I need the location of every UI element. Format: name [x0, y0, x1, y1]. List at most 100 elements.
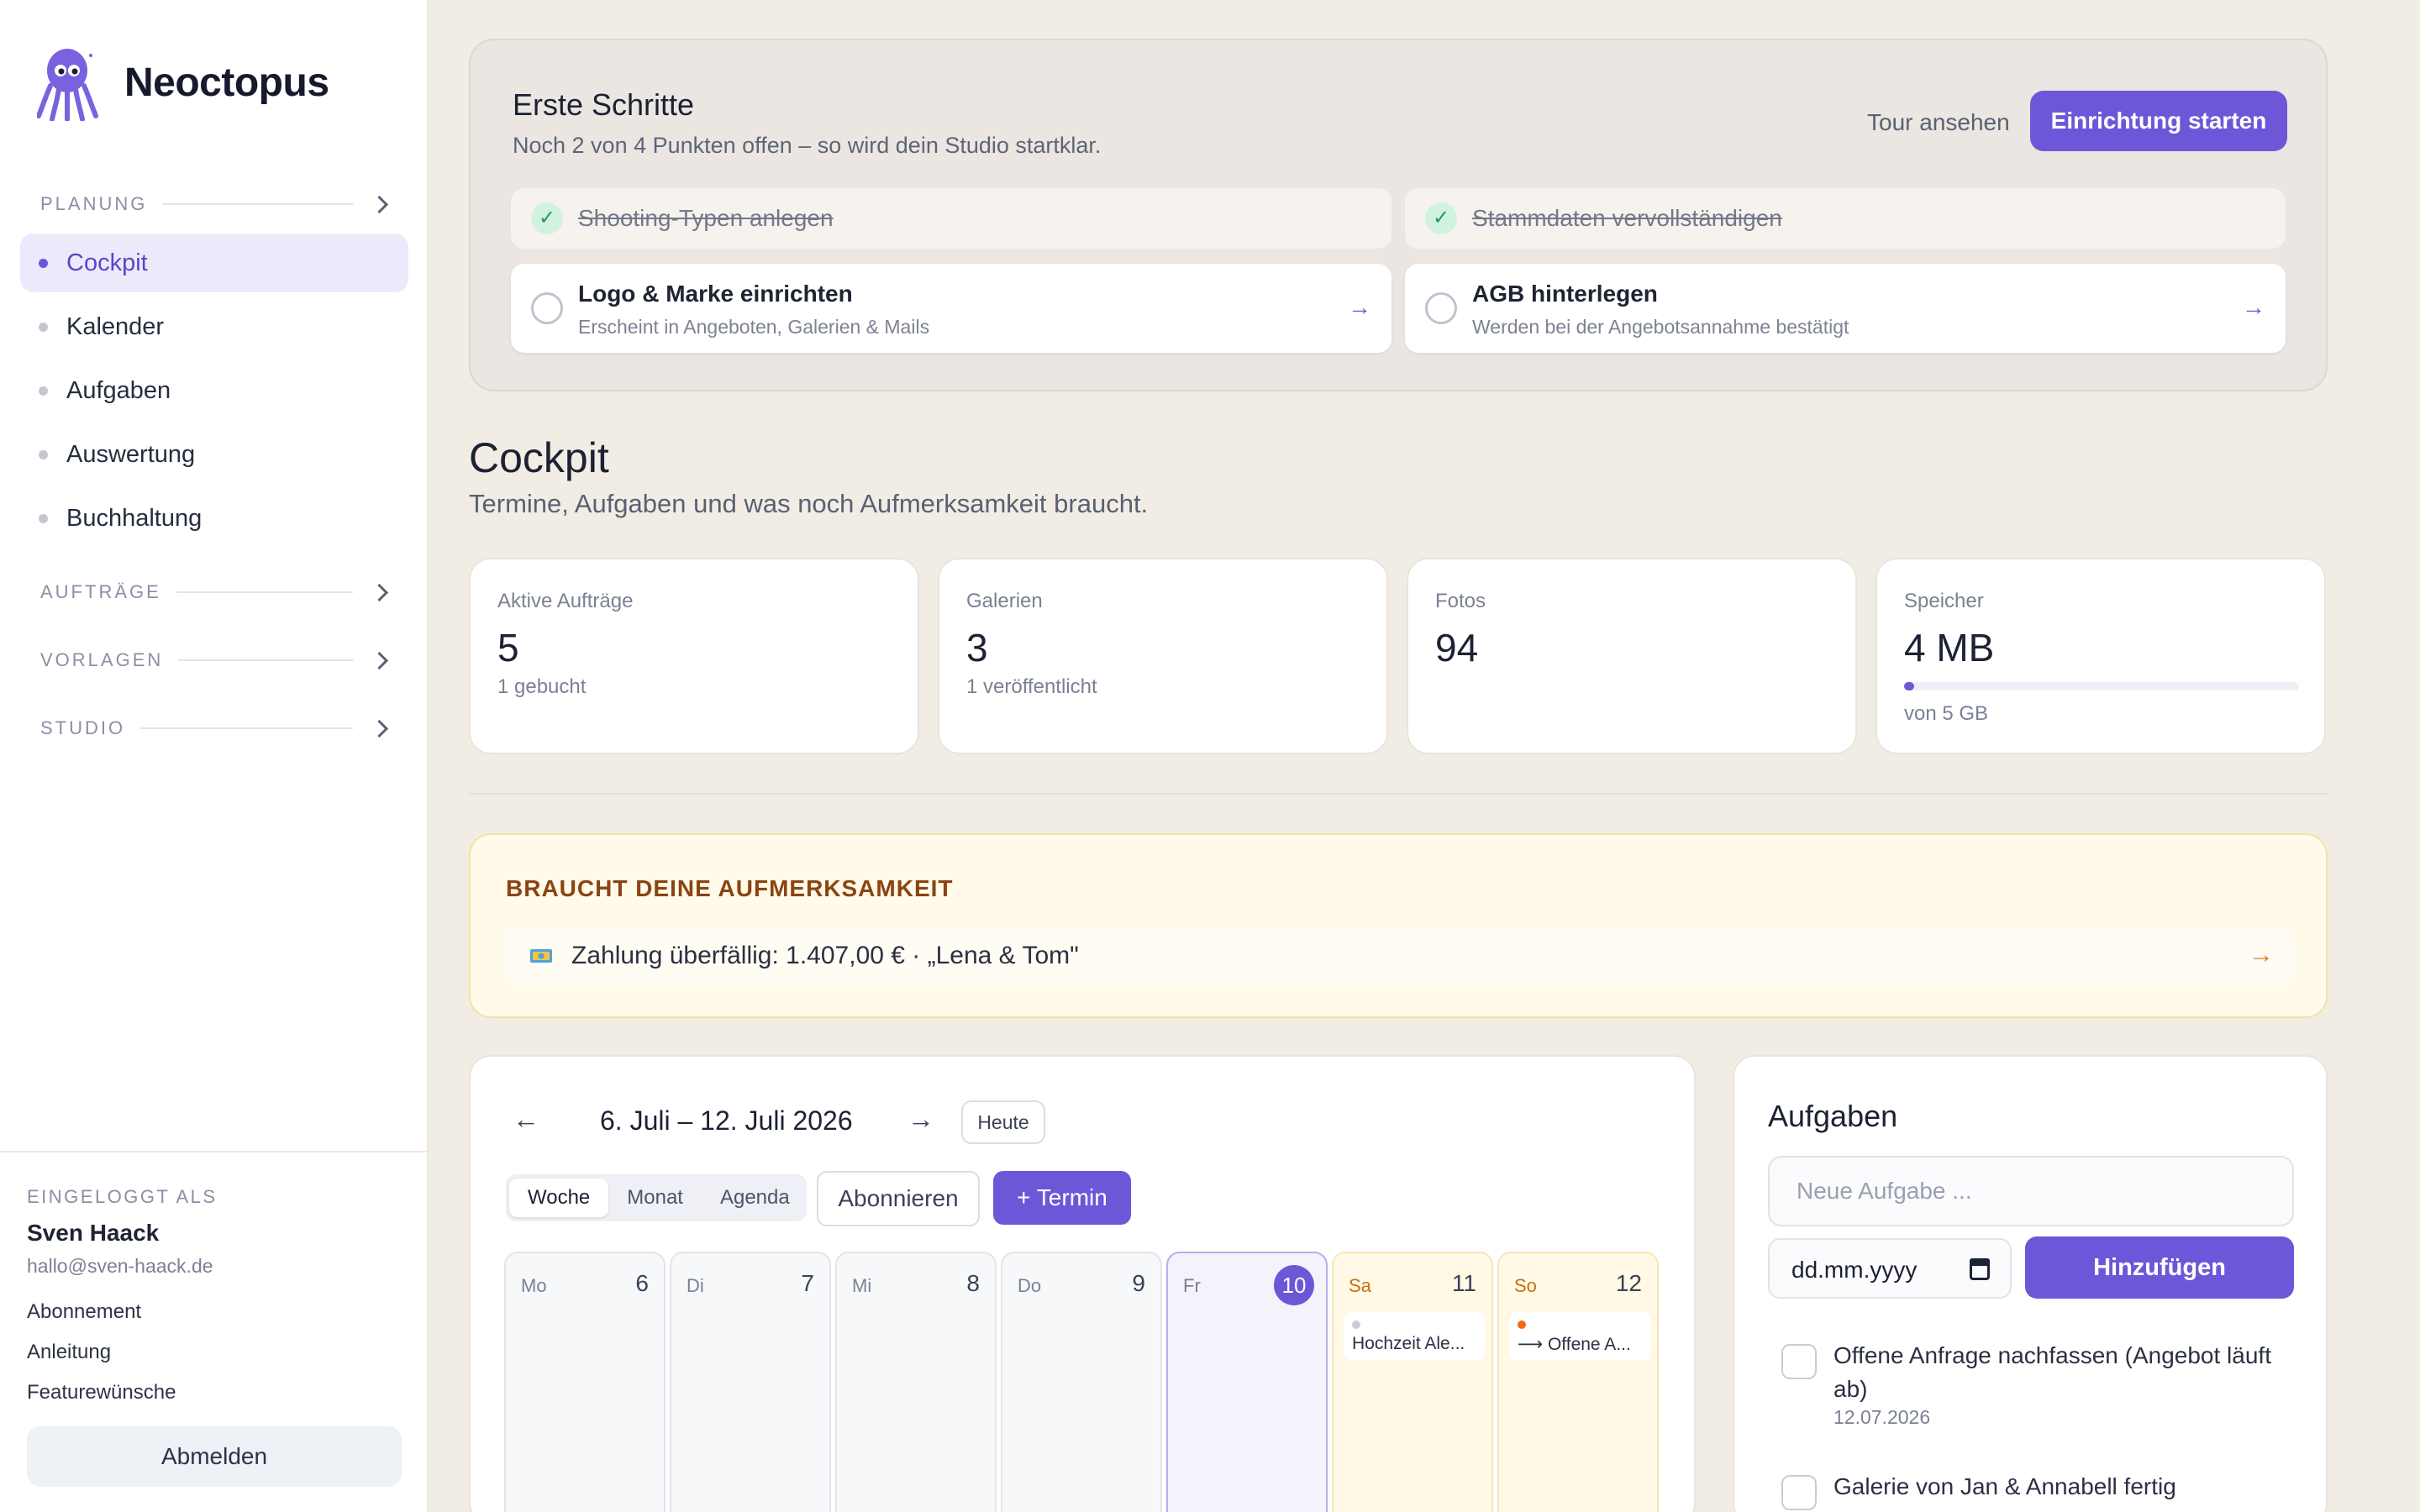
- start-setup-button[interactable]: Einrichtung starten: [2030, 91, 2287, 151]
- attention-panel: BRAUCHT DEINE AUFMERKSAMKEIT Zahlung übe…: [469, 833, 2328, 1018]
- day-name: Mo: [521, 1275, 547, 1296]
- calendar-event[interactable]: Hochzeit Ale...: [1344, 1312, 1485, 1361]
- day-number: 12: [1615, 1270, 1642, 1296]
- sidebar-footer: EINGELOGGT ALS Sven Haack hallo@sven-haa…: [0, 1151, 429, 1512]
- calendar-panel: ← 6. Juli – 12. Juli 2026 → Heute Woche …: [469, 1055, 1696, 1512]
- octopus-logo-icon: [37, 49, 98, 121]
- view-week-button[interactable]: Woche: [509, 1179, 609, 1217]
- arrow-left-icon[interactable]: ←: [513, 1104, 539, 1135]
- task-checkbox[interactable]: [1781, 1344, 1817, 1379]
- view-month-button[interactable]: Monat: [608, 1179, 702, 1217]
- task-text: Galerie von Jan & Annabell fertig: [1833, 1473, 2176, 1499]
- check-icon: ✓: [531, 202, 563, 234]
- link-featurewuensche[interactable]: Featurewünsche: [27, 1381, 176, 1404]
- circle-icon: [531, 292, 563, 324]
- user-email: hallo@sven-haack.de: [27, 1255, 213, 1277]
- onboarding-step[interactable]: ✓ Stammdaten vervollständigen: [1405, 188, 2286, 249]
- tour-link[interactable]: Tour ansehen: [1867, 109, 2010, 136]
- calendar-day[interactable]: Do 9: [1001, 1252, 1162, 1512]
- divider: [162, 203, 353, 205]
- stat-label: Speicher: [1904, 590, 1984, 612]
- step-title: Logo & Marke einrichten: [578, 281, 853, 307]
- sidebar-item-label: Aufgaben: [66, 376, 171, 404]
- event-title: ⟶ Offene A...: [1518, 1335, 1631, 1354]
- nav-section-label: VORLAGEN: [40, 649, 164, 670]
- dot-icon: [39, 513, 48, 523]
- page-subtitle: Termine, Aufgaben und was noch Aufmerksa…: [469, 489, 1149, 518]
- brand-name: Neoctopus: [124, 60, 329, 105]
- tasks-panel: Aufgaben dd.mm.yyyy Hinzufügen Offene An…: [1733, 1055, 2328, 1512]
- day-name: So: [1514, 1275, 1537, 1296]
- day-number: 7: [801, 1270, 814, 1296]
- sidebar-item-auswertung[interactable]: Auswertung: [20, 425, 408, 484]
- calendar-day[interactable]: Mo 6: [504, 1252, 666, 1512]
- dot-icon: [39, 449, 48, 459]
- day-number: 6: [635, 1270, 649, 1296]
- calendar-icon[interactable]: [1970, 1258, 1990, 1280]
- sidebar-item-aufgaben[interactable]: Aufgaben: [20, 361, 408, 420]
- stat-value: 3: [966, 626, 988, 669]
- nav-section-planung[interactable]: PLANUNG: [40, 192, 388, 217]
- arrow-right-icon[interactable]: →: [908, 1104, 934, 1135]
- link-anleitung[interactable]: Anleitung: [27, 1341, 111, 1364]
- new-task-input[interactable]: [1768, 1156, 2294, 1226]
- brand[interactable]: Neoctopus: [37, 44, 329, 121]
- task-date: 12.07.2026: [1833, 1406, 1931, 1428]
- onboarding-title: Erste Schritte: [513, 87, 695, 122]
- onboarding-step[interactable]: Logo & Marke einrichten Erscheint in Ang…: [511, 264, 1392, 353]
- onboarding-step[interactable]: AGB hinterlegen Werden bei der Angebotsa…: [1405, 264, 2286, 353]
- link-abonnement[interactable]: Abonnement: [27, 1300, 141, 1324]
- day-name: Fr: [1183, 1275, 1201, 1296]
- attention-title: BRAUCHT DEINE AUFMERKSAMKEIT: [506, 875, 954, 901]
- day-number: 11: [1451, 1270, 1476, 1296]
- day-name: Mi: [852, 1275, 872, 1296]
- task-checkbox[interactable]: [1781, 1475, 1817, 1510]
- add-appointment-button[interactable]: + Termin: [993, 1171, 1131, 1225]
- sidebar-item-label: Cockpit: [66, 249, 148, 276]
- sidebar-item-label: Kalender: [66, 312, 165, 340]
- day-name: Do: [1018, 1275, 1042, 1296]
- sidebar-item-kalender[interactable]: Kalender: [20, 297, 408, 356]
- nav-section-auftraege[interactable]: AUFTRÄGE: [40, 580, 388, 605]
- nav-section-vorlagen[interactable]: VORLAGEN: [40, 648, 388, 673]
- chevron-right-icon: [371, 652, 388, 669]
- stat-value: 94: [1435, 626, 1479, 669]
- stat-value: 4 MB: [1904, 626, 1995, 669]
- onboarding-subtitle: Noch 2 von 4 Punkten offen – so wird dei…: [513, 133, 1102, 158]
- add-task-button[interactable]: Hinzufügen: [2025, 1236, 2294, 1299]
- day-number: 8: [966, 1270, 980, 1296]
- dot-icon: [39, 386, 48, 396]
- subscribe-button[interactable]: Abonnieren: [817, 1171, 980, 1226]
- dot-icon: [39, 258, 48, 268]
- task-date-field[interactable]: dd.mm.yyyy: [1768, 1238, 2012, 1299]
- circle-icon: [1425, 292, 1457, 324]
- stat-note: 1 veröffentlicht: [966, 675, 1097, 698]
- calendar-day[interactable]: Sa 11 Hochzeit Ale...: [1332, 1252, 1493, 1512]
- attention-item[interactable]: Zahlung überfällig: 1.407,00 € · „Lena &…: [504, 927, 2294, 986]
- onboarding-step[interactable]: ✓ Shooting-Typen anlegen: [511, 188, 1392, 249]
- stat-card-speicher: Speicher 4 MB von 5 GB: [1876, 558, 2326, 754]
- arrow-right-icon: →: [1348, 294, 1371, 320]
- logged-in-caption: EINGELOGGT ALS: [27, 1186, 218, 1207]
- arrow-right-icon: →: [2249, 941, 2274, 969]
- tasks-title: Aufgaben: [1768, 1099, 1898, 1133]
- step-title: Shooting-Typen anlegen: [578, 205, 834, 231]
- event-dot-icon: [1518, 1320, 1526, 1329]
- calendar-day[interactable]: Di 7: [670, 1252, 831, 1512]
- today-button[interactable]: Heute: [961, 1100, 1045, 1144]
- calendar-day[interactable]: So 12 ⟶ Offene A...: [1497, 1252, 1659, 1512]
- view-agenda-button[interactable]: Agenda: [702, 1179, 808, 1217]
- calendar-day[interactable]: Mi 8: [835, 1252, 997, 1512]
- calendar-range: 6. Juli – 12. Juli 2026: [600, 1105, 853, 1136]
- calendar-day-today[interactable]: Fr 10: [1166, 1252, 1328, 1512]
- storage-progress-fill: [1904, 682, 1914, 690]
- stat-value: 5: [497, 626, 519, 669]
- attention-text: Zahlung überfällig: 1.407,00 € · „Lena &…: [571, 942, 1079, 969]
- nav-section-studio[interactable]: STUDIO: [40, 716, 388, 741]
- logout-button[interactable]: Abmelden: [27, 1426, 402, 1487]
- sidebar-item-cockpit[interactable]: Cockpit: [20, 234, 408, 292]
- date-placeholder: dd.mm.yyyy: [1791, 1257, 1918, 1283]
- day-name: Sa: [1349, 1275, 1371, 1296]
- calendar-event[interactable]: ⟶ Offene A...: [1509, 1312, 1650, 1361]
- sidebar-item-buchhaltung[interactable]: Buchhaltung: [20, 489, 408, 548]
